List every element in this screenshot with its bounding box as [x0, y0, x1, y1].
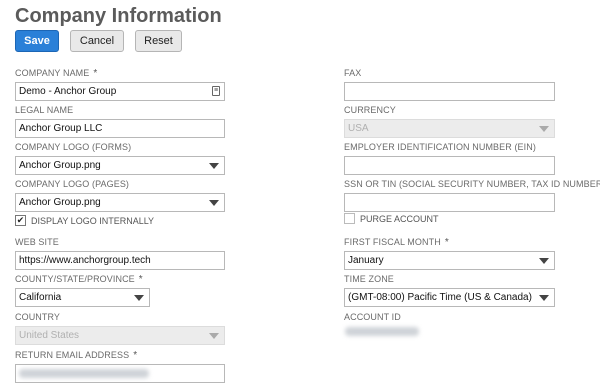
account-id-field: ACCOUNT ID: [344, 311, 555, 341]
first-fiscal-month-select[interactable]: January: [344, 251, 555, 270]
company-logo-forms-label: COMPANY LOGO (FORMS): [15, 142, 132, 152]
cancel-button[interactable]: Cancel: [70, 30, 124, 52]
return-email-input[interactable]: [15, 364, 225, 383]
redacted-value: [19, 369, 149, 378]
currency-label: CURRENCY: [344, 105, 396, 115]
company-logo-pages-label: COMPANY LOGO (PAGES): [15, 179, 130, 189]
county-state-province-field: COUNTY/STATE/PROVINCE * California: [15, 273, 150, 307]
web-site-input[interactable]: https://www.anchorgroup.tech: [15, 251, 225, 270]
web-site-field: WEB SITE https://www.anchorgroup.tech: [15, 236, 225, 270]
purge-account-checkbox[interactable]: [344, 213, 355, 224]
purge-account-label: PURGE ACCOUNT: [360, 213, 439, 224]
redacted-value: [345, 327, 419, 336]
ssn-tin-input[interactable]: [344, 193, 555, 212]
country-select: United States: [15, 326, 225, 345]
chevron-down-icon[interactable]: [209, 163, 219, 169]
display-logo-internally-label: DISPLAY LOGO INTERNALLY: [31, 215, 155, 226]
required-marker: *: [444, 237, 449, 248]
required-marker: *: [138, 274, 143, 285]
save-button[interactable]: Save: [15, 30, 59, 52]
account-id-value: [344, 323, 555, 341]
ein-field: EMPLOYER IDENTIFICATION NUMBER (EIN): [344, 141, 555, 175]
fax-input[interactable]: [344, 82, 555, 101]
list-icon[interactable]: ≡: [212, 86, 220, 96]
required-marker: *: [133, 350, 138, 361]
purge-account-row: PURGE ACCOUNT: [344, 213, 439, 224]
chevron-down-icon: [209, 333, 219, 339]
first-fiscal-month-field: FIRST FISCAL MONTH * January: [344, 236, 555, 270]
chevron-down-icon[interactable]: [134, 295, 144, 301]
legal-name-field: LEGAL NAME Anchor Group LLC: [15, 104, 225, 138]
county-state-province-select[interactable]: California: [15, 288, 150, 307]
chevron-down-icon[interactable]: [539, 295, 549, 301]
ein-label: EMPLOYER IDENTIFICATION NUMBER (EIN): [344, 142, 536, 152]
legal-name-label: LEGAL NAME: [15, 105, 74, 115]
return-email-label: RETURN EMAIL ADDRESS *: [15, 350, 138, 361]
ssn-tin-field: SSN OR TIN (SOCIAL SECURITY NUMBER, TAX …: [344, 178, 600, 212]
ssn-tin-label: SSN OR TIN (SOCIAL SECURITY NUMBER, TAX …: [344, 179, 600, 189]
company-logo-pages-field: COMPANY LOGO (PAGES) Anchor Group.png: [15, 178, 225, 212]
time-zone-field: TIME ZONE (GMT-08:00) Pacific Time (US &…: [344, 273, 555, 307]
country-field: COUNTRY United States: [15, 311, 225, 345]
required-marker: *: [93, 68, 98, 79]
web-site-label: WEB SITE: [15, 237, 59, 247]
company-logo-forms-field: COMPANY LOGO (FORMS) Anchor Group.png: [15, 141, 225, 175]
country-label: COUNTRY: [15, 312, 61, 322]
display-logo-internally-row: ✔ DISPLAY LOGO INTERNALLY: [15, 215, 154, 226]
currency-select: USA: [344, 119, 555, 138]
first-fiscal-month-label: FIRST FISCAL MONTH *: [344, 237, 449, 248]
company-logo-pages-select[interactable]: Anchor Group.png: [15, 193, 225, 212]
company-logo-forms-select[interactable]: Anchor Group.png: [15, 156, 225, 175]
return-email-field: RETURN EMAIL ADDRESS *: [15, 349, 225, 383]
chevron-down-icon: [539, 126, 549, 132]
company-name-field: COMPANY NAME * Demo - Anchor Group ≡: [15, 67, 225, 101]
chevron-down-icon[interactable]: [539, 258, 549, 264]
time-zone-select[interactable]: (GMT-08:00) Pacific Time (US & Canada): [344, 288, 555, 307]
fax-label: FAX: [344, 68, 362, 78]
chevron-down-icon[interactable]: [209, 200, 219, 206]
account-id-label: ACCOUNT ID: [344, 312, 401, 322]
display-logo-internally-checkbox[interactable]: ✔: [15, 215, 26, 226]
company-name-input[interactable]: Demo - Anchor Group ≡: [15, 82, 225, 101]
county-state-province-label: COUNTY/STATE/PROVINCE *: [15, 274, 143, 285]
company-name-label: COMPANY NAME *: [15, 68, 98, 79]
currency-field: CURRENCY USA: [344, 104, 555, 138]
legal-name-input[interactable]: Anchor Group LLC: [15, 119, 225, 138]
ein-input[interactable]: [344, 156, 555, 175]
checkmark-icon: ✔: [16, 215, 25, 225]
fax-field: FAX: [344, 67, 555, 101]
reset-button[interactable]: Reset: [135, 30, 182, 52]
page-title: Company Information: [15, 5, 222, 27]
time-zone-label: TIME ZONE: [344, 274, 394, 284]
